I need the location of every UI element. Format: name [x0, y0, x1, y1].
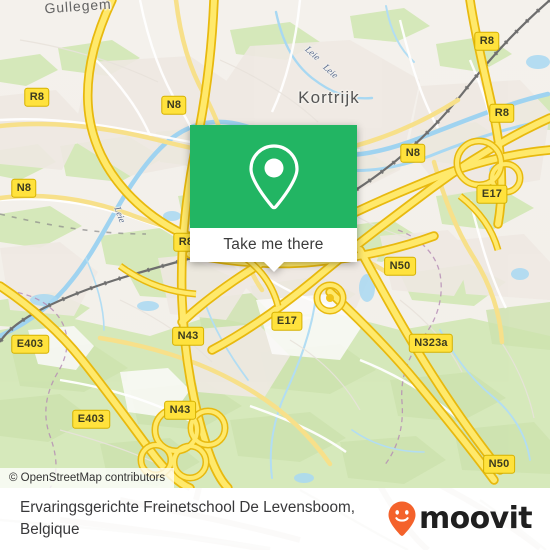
road-shield-label: N43 [177, 329, 199, 342]
road-shield-n8: N8 [161, 95, 187, 115]
moovit-wordmark: moovit [418, 501, 533, 536]
road-shield-n50: N50 [384, 256, 416, 276]
map-canvas[interactable]: Gullegem Kortrijk Leie Leie Leie R8 N8 N… [0, 0, 550, 488]
road-shield-r8: R8 [24, 87, 50, 107]
road-shield-label: N8 [16, 181, 32, 194]
popup-icon-area [190, 125, 357, 228]
road-shield-label: E403 [77, 412, 105, 425]
road-shield-label: N43 [169, 403, 191, 416]
footer-content: Ervaringsgerichte Freinetschool De Leven… [0, 488, 550, 550]
road-shield-label: R8 [29, 90, 45, 103]
road-shield-label: N8 [405, 146, 421, 159]
footer-bar: Ervaringsgerichte Freinetschool De Leven… [0, 488, 550, 550]
road-shield-n8: N8 [11, 178, 37, 198]
road-shield-n43: N43 [164, 400, 196, 420]
road-shield-label: R8 [494, 106, 510, 119]
map-pin-icon [248, 143, 299, 209]
road-shield-r8: R8 [474, 31, 500, 51]
place-label-kortrijk: Kortrijk [298, 88, 360, 108]
take-me-there-button[interactable]: Take me there [190, 228, 357, 272]
road-shield-e403: E403 [72, 409, 110, 429]
road-shield-label: N50 [389, 259, 411, 272]
road-shield-label: N8 [166, 98, 182, 111]
popup-tail [263, 262, 284, 272]
road-shield-n323a: N323a [408, 333, 454, 353]
road-shield-e17: E17 [271, 311, 303, 331]
moovit-place-screenshot: Gullegem Kortrijk Leie Leie Leie R8 N8 N… [0, 0, 550, 550]
road-shield-label: E17 [481, 187, 503, 200]
osm-attribution-text: © OpenStreetMap contributors [9, 472, 166, 484]
road-shield-n43: N43 [172, 326, 204, 346]
moovit-logo[interactable]: moovit [387, 500, 533, 538]
road-shield-label: E403 [16, 337, 44, 350]
road-shield-e403: E403 [11, 334, 49, 354]
osm-attribution[interactable]: © OpenStreetMap contributors [0, 468, 175, 488]
place-title: Ervaringsgerichte Freinetschool De Leven… [20, 499, 356, 538]
road-shield-label: R8 [479, 34, 495, 47]
road-shield-label: N50 [488, 457, 510, 470]
map-marker-popup[interactable]: Take me there [190, 125, 357, 272]
road-shield-n50: N50 [483, 454, 515, 474]
road-shield-e17: E17 [476, 184, 508, 204]
moovit-smiley-pin-icon [388, 501, 416, 536]
road-shield-label: E17 [276, 314, 298, 327]
road-shield-n8: N8 [400, 143, 426, 163]
place-label-text: Kortrijk [298, 88, 360, 107]
road-shield-label: N323a [414, 336, 448, 349]
take-me-there-label: Take me there [223, 236, 324, 253]
road-shield-r8: R8 [489, 103, 515, 123]
